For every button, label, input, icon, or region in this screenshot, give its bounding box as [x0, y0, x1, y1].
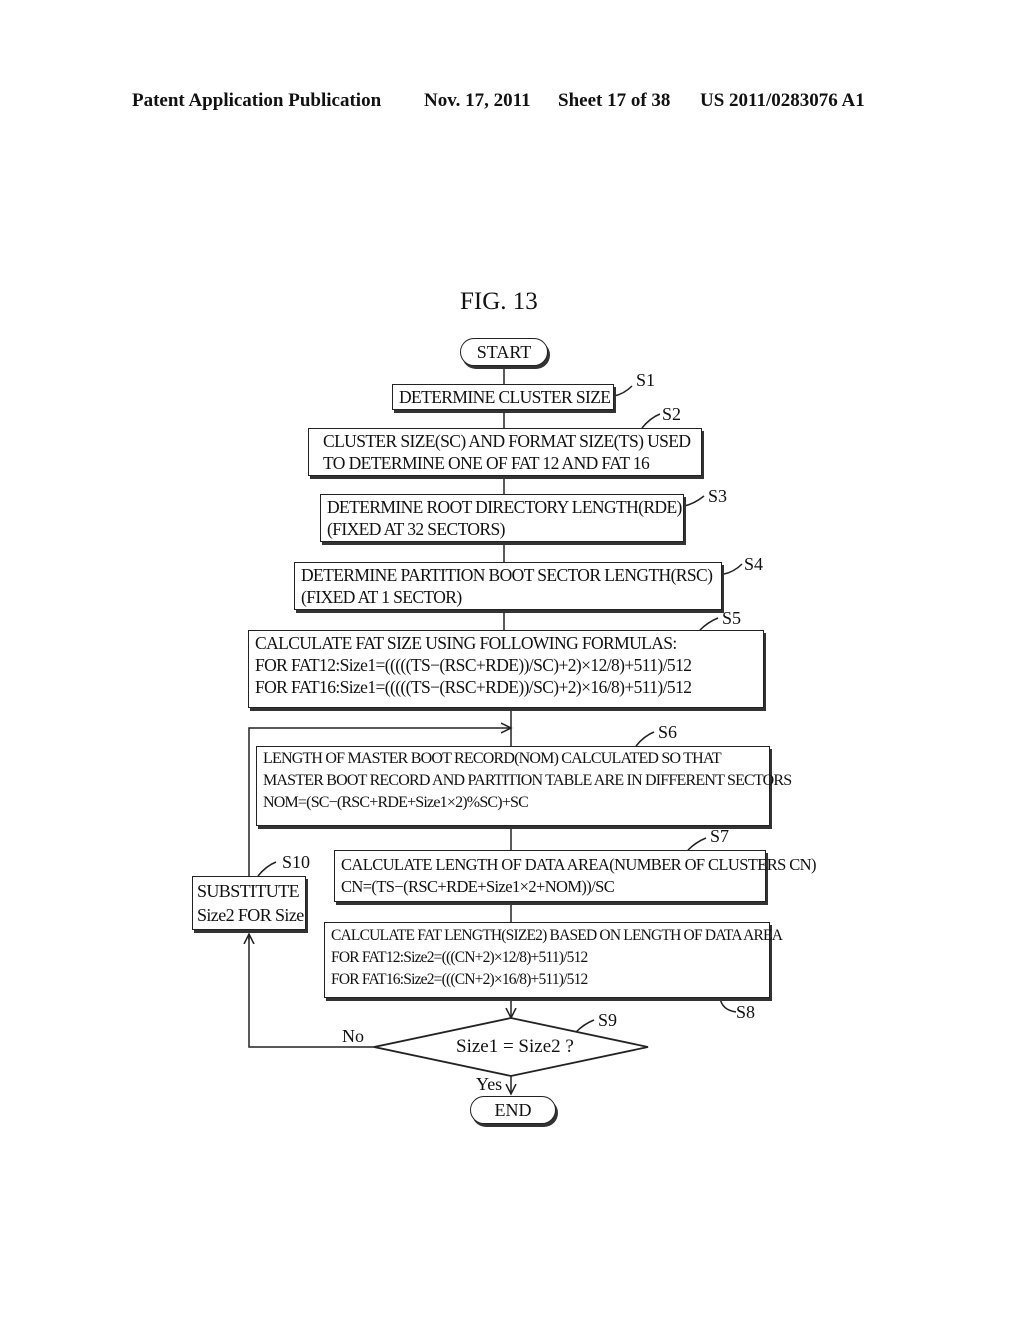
- step-label-s9: S9: [598, 1010, 618, 1030]
- decision-question: Size1 = Size2 ?: [456, 1036, 574, 1057]
- leader-s3: [683, 495, 705, 507]
- step-s8-line-2: FOR FAT12:Size2=(((CN+2)×12/8)+511)/512: [331, 949, 588, 966]
- start-terminal: START: [460, 338, 548, 366]
- step-s3-box: DETERMINE ROOT DIRECTORY LENGTH(RDE) (FI…: [320, 494, 684, 542]
- step-label-s3: S3: [708, 486, 728, 506]
- step-s2-line-2: TO DETERMINE ONE OF FAT 12 AND FAT 16: [323, 453, 650, 473]
- leader-s4: [723, 563, 743, 575]
- step-s2-box: CLUSTER SIZE(SC) AND FORMAT SIZE(TS) USE…: [308, 428, 702, 476]
- step-s6-line-1: LENGTH OF MASTER BOOT RECORD(NOM) CALCUL…: [263, 750, 722, 767]
- step-label-s1: S1: [636, 370, 656, 390]
- step-s8-line-1: CALCULATE FAT LENGTH(SIZE2) BASED ON LEN…: [331, 927, 783, 944]
- step-s5-box: CALCULATE FAT SIZE USING FOLLOWING FORMU…: [248, 630, 764, 708]
- leader-s5: [699, 617, 719, 631]
- step-s4-line-2: (FIXED AT 1 SECTOR): [301, 587, 462, 607]
- step-s1-box: DETERMINE CLUSTER SIZE: [392, 384, 614, 410]
- decision-no-label: No: [342, 1026, 364, 1046]
- step-label-s8: S8: [736, 1002, 756, 1022]
- end-terminal: END: [470, 1096, 556, 1124]
- step-s7-box: CALCULATE LENGTH OF DATA AREA(NUMBER OF …: [334, 850, 816, 902]
- step-s4-box: DETERMINE PARTITION BOOT SECTOR LENGTH(R…: [294, 562, 722, 610]
- step-s5-line-1: CALCULATE FAT SIZE USING FOLLOWING FORMU…: [255, 633, 677, 653]
- step-label-s4: S4: [744, 554, 764, 574]
- step-s10-line-1: SUBSTITUTE: [197, 881, 300, 901]
- step-s6-line-2: MASTER BOOT RECORD AND PARTITION TABLE A…: [263, 772, 792, 789]
- step-s8-line-3: FOR FAT16:Size2=(((CN+2)×16/8)+511)/512: [331, 971, 588, 988]
- step-s6-line-3: NOM=(SC−(RSC+RDE+Size1×2)%SC)+SC: [263, 794, 529, 811]
- step-s5-line-3: FOR FAT16:Size1=(((((TS−(RSC+RDE))/SC)+2…: [255, 677, 692, 697]
- step-s8-box: CALCULATE FAT LENGTH(SIZE2) BASED ON LEN…: [324, 922, 783, 998]
- step-label-s6: S6: [658, 722, 678, 742]
- leader-s8: [719, 997, 737, 1013]
- step-s7-line-2: CN=(TS−(RSC+RDE+Size1×2+NOM))/SC: [341, 877, 615, 896]
- leader-s1: [613, 385, 633, 397]
- step-label-s5: S5: [722, 608, 742, 628]
- step-s3-line-2: (FIXED AT 32 SECTORS): [327, 519, 505, 539]
- step-label-s7: S7: [710, 826, 730, 846]
- step-s5-line-2: FOR FAT12:Size1=(((((TS−(RSC+RDE))/SC)+2…: [255, 655, 692, 675]
- leader-s6: [635, 731, 655, 747]
- step-s10-box: SUBSTITUTE Size2 FOR Size1: [192, 876, 306, 930]
- step-label-s10: S10: [282, 852, 311, 872]
- step-s2-line-1: CLUSTER SIZE(SC) AND FORMAT SIZE(TS) USE…: [323, 431, 691, 451]
- leader-s9: [575, 1019, 595, 1033]
- leader-s2: [641, 413, 661, 429]
- step-s1-text: DETERMINE CLUSTER SIZE: [399, 387, 611, 407]
- step-s6-box: LENGTH OF MASTER BOOT RECORD(NOM) CALCUL…: [256, 746, 792, 826]
- leader-s7: [687, 837, 707, 851]
- step-s7-line-1: CALCULATE LENGTH OF DATA AREA(NUMBER OF …: [341, 855, 816, 874]
- step-label-s2: S2: [662, 404, 682, 424]
- step-s10-line-2: Size2 FOR Size1: [197, 905, 306, 925]
- step-s4-line-1: DETERMINE PARTITION BOOT SECTOR LENGTH(R…: [301, 565, 713, 585]
- leader-s10: [257, 861, 277, 877]
- step-s3-line-1: DETERMINE ROOT DIRECTORY LENGTH(RDE): [327, 497, 682, 517]
- decision-yes-label: Yes: [476, 1074, 503, 1094]
